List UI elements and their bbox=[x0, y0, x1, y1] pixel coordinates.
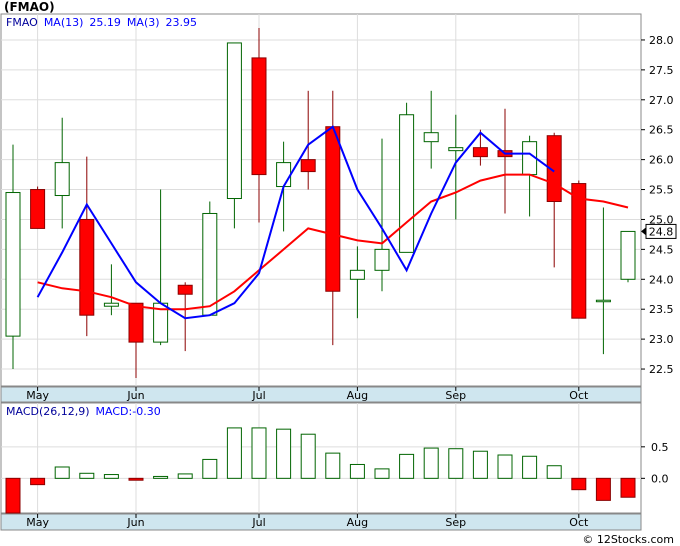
macd-bar bbox=[276, 428, 292, 479]
price-x-tick-label: Jul bbox=[251, 389, 265, 402]
candle-body bbox=[399, 114, 415, 253]
candle-body bbox=[30, 189, 46, 229]
macd-bar bbox=[497, 454, 513, 479]
candle-body bbox=[620, 230, 636, 280]
macd-bar bbox=[399, 453, 415, 479]
macd-bar bbox=[595, 477, 611, 501]
price-y-tick-label: 24.5 bbox=[649, 243, 674, 256]
candle-body bbox=[300, 159, 316, 173]
legend-item: MA(3) bbox=[127, 16, 160, 29]
stock-chart: May May Jun Jun Jul Jul Aug Aug Sep Sep Oct Oct 22.5… bbox=[0, 13, 677, 531]
price-y-tick-label: 27.0 bbox=[649, 94, 674, 107]
macd-bar bbox=[226, 427, 242, 479]
macd-bar bbox=[423, 447, 439, 479]
candle-body bbox=[571, 183, 587, 319]
macd-bar bbox=[374, 468, 390, 479]
candle-body bbox=[5, 192, 21, 337]
price-x-tick-label: Oct bbox=[569, 389, 589, 402]
macd-panel bbox=[0, 402, 642, 514]
macd-bar bbox=[472, 450, 488, 479]
macd-bar bbox=[251, 427, 267, 479]
macd-bar bbox=[128, 477, 144, 481]
price-x-tick-label: Sep bbox=[445, 389, 466, 402]
price-y-tick-label: 27.5 bbox=[649, 64, 674, 77]
candle-body bbox=[79, 218, 95, 316]
macd-bar bbox=[522, 455, 538, 479]
macd-x-tick-label: Aug bbox=[347, 516, 368, 529]
macd-bar bbox=[54, 466, 70, 479]
candle-body bbox=[595, 299, 611, 303]
macd-date-axis bbox=[0, 513, 642, 531]
legend-item: 25.19 bbox=[89, 16, 121, 29]
macd-y-tick-label: 0.0 bbox=[651, 472, 669, 485]
legend-item: 23.95 bbox=[166, 16, 198, 29]
candle-body bbox=[251, 57, 267, 176]
macd-bar bbox=[103, 474, 119, 479]
legend-item: MACD(26,12,9) bbox=[6, 405, 90, 418]
macd-x-tick-label: Jul bbox=[251, 516, 265, 529]
macd-x-tick-label: Sep bbox=[445, 516, 466, 529]
candle-body bbox=[54, 162, 70, 197]
macd-bar bbox=[153, 475, 169, 479]
macd-legend: MACD(26,12,9) MACD:-0.30 bbox=[6, 405, 161, 418]
price-y-tick-label: 23.5 bbox=[649, 303, 674, 316]
macd-x-tick-label: Oct bbox=[569, 516, 589, 529]
price-x-tick-label: Jun bbox=[126, 389, 144, 402]
macd-bar bbox=[448, 448, 464, 479]
candle-body bbox=[226, 42, 242, 200]
price-date-axis bbox=[0, 386, 642, 403]
macd-bar bbox=[546, 465, 562, 479]
price-y-tick-label: 26.0 bbox=[649, 154, 674, 167]
legend-item: MA(13) bbox=[44, 16, 84, 29]
last-price-pointer bbox=[641, 227, 646, 236]
macd-bar bbox=[349, 463, 365, 479]
price-x-tick-label: May bbox=[26, 389, 49, 402]
legend-item: FMAO bbox=[6, 16, 38, 29]
price-y-tick-label: 25.5 bbox=[649, 184, 674, 197]
candle-body bbox=[472, 147, 488, 158]
macd-x-tick-label: May bbox=[26, 516, 49, 529]
macd-bar bbox=[620, 477, 636, 498]
legend-item: MACD:-0.30 bbox=[96, 405, 161, 418]
candle-body bbox=[374, 248, 390, 271]
candle-body bbox=[103, 302, 119, 307]
candle-body bbox=[128, 302, 144, 343]
macd-bar bbox=[300, 433, 316, 479]
candle-body bbox=[177, 284, 193, 295]
candle-body bbox=[349, 269, 365, 280]
price-y-tick-label: 22.5 bbox=[649, 363, 674, 376]
macd-bar bbox=[325, 452, 341, 479]
macd-bar bbox=[79, 472, 95, 479]
macd-bar bbox=[5, 477, 21, 514]
candle-body bbox=[276, 162, 292, 188]
price-y-tick-label: 23.0 bbox=[649, 333, 674, 346]
price-y-tick-label: 28.0 bbox=[649, 34, 674, 47]
macd-bar bbox=[571, 477, 587, 491]
macd-bar bbox=[177, 473, 193, 479]
watermark: © 12Stocks.com bbox=[582, 533, 674, 546]
price-y-tick-label: 24.0 bbox=[649, 273, 674, 286]
candle-body bbox=[325, 126, 341, 292]
macd-x-tick-label: Jun bbox=[126, 516, 144, 529]
macd-bar bbox=[202, 458, 218, 479]
macd-y-tick-label: 0.5 bbox=[651, 441, 669, 454]
candle-body bbox=[423, 132, 439, 143]
candle-body bbox=[202, 212, 218, 316]
macd-bar bbox=[30, 477, 46, 486]
price-legend: FMAO MA(13) 25.19 MA(3) 23.95 bbox=[6, 16, 197, 29]
candle-body bbox=[448, 147, 464, 152]
price-x-tick-label: Aug bbox=[347, 389, 368, 402]
last-price-label: 24.8 bbox=[649, 225, 674, 238]
price-y-tick-label: 26.5 bbox=[649, 124, 674, 137]
